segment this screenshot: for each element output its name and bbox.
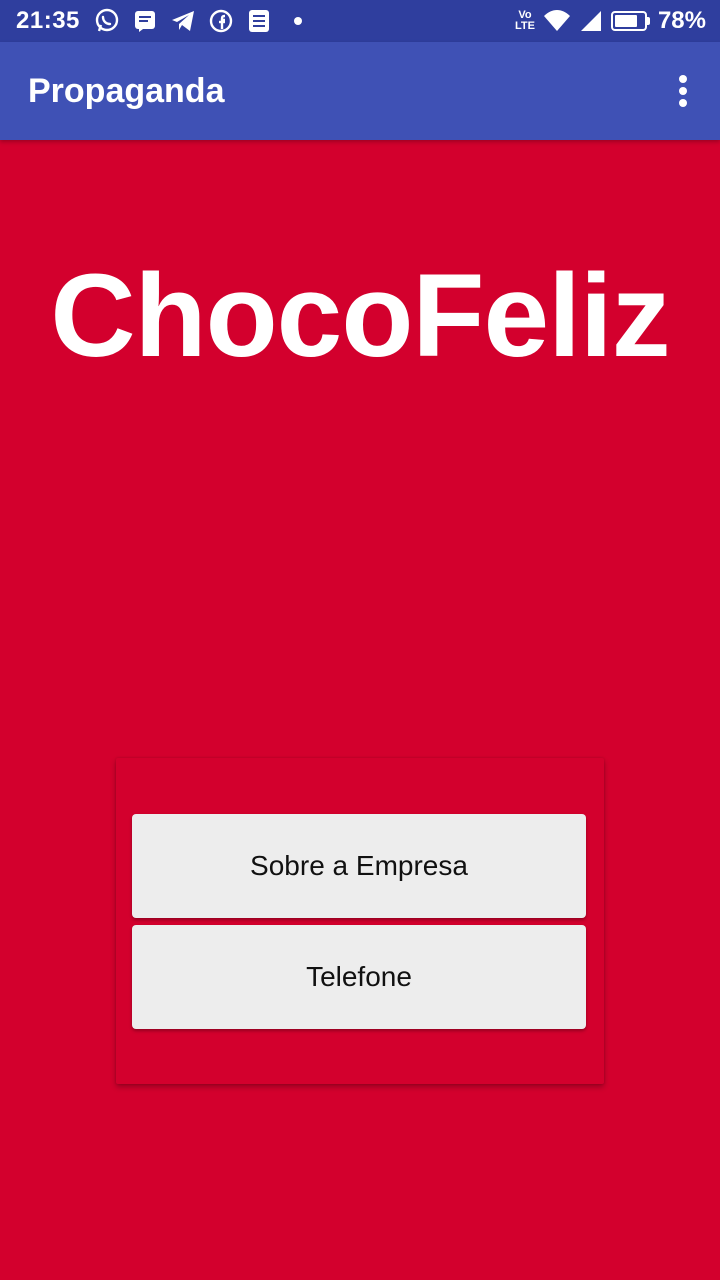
- message-icon: [132, 8, 158, 34]
- phone-button[interactable]: Telefone: [132, 925, 586, 1029]
- battery-fill: [614, 15, 637, 27]
- app-title: Propaganda: [28, 71, 225, 110]
- brand-title: ChocoFeliz: [50, 250, 670, 382]
- status-bar: 21:35 Vo LTE 78%: [0, 0, 720, 42]
- facebook-icon: [208, 8, 234, 34]
- telegram-icon: [170, 8, 196, 34]
- cell-signal-icon: [579, 9, 603, 33]
- notes-icon: [246, 8, 272, 34]
- overflow-dot: [679, 87, 687, 95]
- battery-body: [610, 11, 647, 31]
- whatsapp-icon: [94, 8, 120, 34]
- wifi-icon: [543, 9, 571, 33]
- about-company-button[interactable]: Sobre a Empresa: [132, 814, 586, 918]
- overflow-dot: [679, 99, 687, 107]
- status-left: 21:35: [16, 7, 302, 35]
- battery-percent: 78%: [657, 7, 706, 34]
- overflow-dot: [679, 75, 687, 83]
- status-right: Vo LTE 78%: [515, 7, 706, 35]
- button-card: Sobre a Empresa Telefone: [116, 758, 604, 1084]
- battery-tip: [646, 17, 650, 25]
- volte-lte: LTE: [514, 20, 535, 32]
- volte-indicator: Vo LTE: [515, 10, 535, 32]
- app-bar: Propaganda: [0, 42, 720, 140]
- more-notifications-dot: [293, 17, 302, 25]
- overflow-menu-icon[interactable]: [668, 69, 698, 113]
- status-time: 21:35: [16, 7, 80, 34]
- battery-icon: [610, 11, 650, 31]
